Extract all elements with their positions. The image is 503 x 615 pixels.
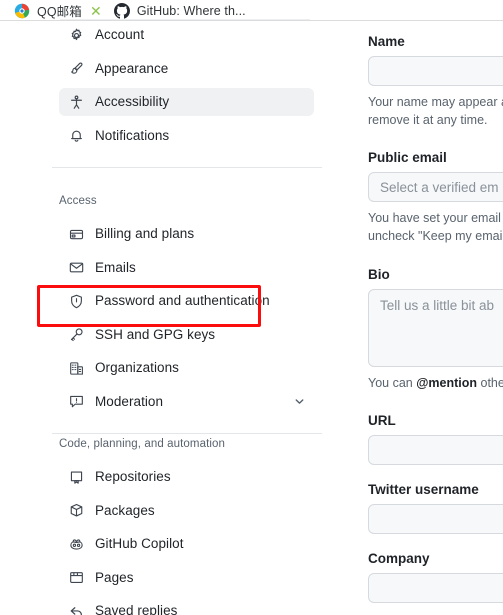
field-twitter-username: Twitter username	[368, 482, 503, 534]
browser-tab-strip: QQ邮箱 ✕ GitHub: Where th...	[0, 0, 503, 21]
field-label-bio: Bio	[368, 266, 390, 282]
sidebar-item-label: Emails	[95, 259, 136, 275]
accessibility-icon	[68, 94, 84, 110]
chevron-down-icon[interactable]	[292, 395, 306, 409]
bio-textarea[interactable]: Tell us a little bit ab	[368, 288, 503, 367]
public-email-placeholder: Select a verified em	[380, 179, 499, 195]
sidebar-item-label: Organizations	[95, 360, 179, 376]
organization-icon	[68, 360, 84, 376]
sidebar-item-pages[interactable]: Pages	[59, 564, 314, 592]
package-icon	[68, 503, 84, 519]
reply-icon	[68, 603, 84, 615]
sidebar-divider	[52, 166, 322, 168]
browser-tab-title: GitHub: Where th...	[136, 3, 246, 18]
bio-help-prefix: You can	[368, 375, 417, 390]
sidebar-item-label: Moderation	[95, 393, 164, 409]
close-glyph: ✕	[89, 2, 102, 19]
sidebar-group-access: Access Billing and plans Emails Password…	[0, 176, 330, 434]
field-company: Company	[368, 551, 503, 603]
sidebar-item-notifications[interactable]: Notifications	[59, 122, 314, 150]
field-public-email: Public email Select a verified em You ha…	[368, 150, 503, 245]
public-email-help-line2: uncheck "Keep my email	[368, 229, 503, 244]
repo-icon	[68, 469, 84, 485]
bio-placeholder: Tell us a little bit ab	[380, 297, 495, 313]
field-label-url: URL	[368, 412, 396, 428]
sidebar-item-moderation[interactable]: Moderation	[59, 388, 314, 416]
sidebar-item-account[interactable]: Account	[59, 21, 314, 49]
copilot-icon	[68, 536, 84, 552]
paintbrush-icon	[68, 61, 84, 77]
bio-help-text: You can @mention other	[368, 374, 503, 392]
sidebar-item-label: Packages	[95, 502, 155, 518]
sidebar-item-label: Saved replies	[95, 603, 178, 615]
public-profile-form: Name Your name may appear a remove it at…	[330, 21, 503, 615]
sidebar-item-repositories[interactable]: Repositories	[59, 463, 314, 491]
sidebar-item-saved-replies[interactable]: Saved replies	[59, 597, 314, 615]
field-label-public-email: Public email	[368, 150, 447, 166]
browser-tab-title: QQ邮箱	[37, 5, 82, 19]
company-input[interactable]	[368, 572, 503, 603]
name-help-line1: Your name may appear a	[368, 95, 503, 109]
sidebar-item-github-copilot[interactable]: GitHub Copilot	[59, 530, 314, 558]
sidebar-item-label: Appearance	[95, 60, 169, 76]
sidebar-item-label: Pages	[95, 569, 134, 585]
browser-tab-github[interactable]: GitHub: Where th...	[108, 0, 252, 21]
public-email-select[interactable]: Select a verified em	[368, 172, 503, 203]
page-body: Account Appearance Accessibility Notific…	[0, 21, 503, 615]
settings-sidebar: Account Appearance Accessibility Notific…	[0, 21, 330, 615]
sidebar-group-title: Access	[59, 195, 97, 207]
sidebar-item-label: GitHub Copilot	[95, 536, 184, 552]
bio-help-mention: @mention	[416, 375, 478, 390]
name-input[interactable]	[368, 56, 503, 86]
sidebar-group-title: Code, planning, and automation	[59, 438, 226, 450]
report-icon	[68, 394, 84, 410]
shield-lock-icon	[68, 293, 84, 309]
sidebar-item-ssh-and-gpg-keys[interactable]: SSH and GPG keys	[59, 321, 314, 349]
name-help-line2: remove it at any time.	[368, 113, 488, 128]
github-icon	[113, 2, 130, 19]
field-label-twitter-username: Twitter username	[368, 481, 479, 497]
sidebar-item-password-and-authentication[interactable]: Password and authentication	[59, 287, 314, 315]
browser-icon	[68, 570, 84, 586]
sidebar-item-billing-and-plans[interactable]: Billing and plans	[59, 220, 314, 248]
field-label-name: Name	[368, 34, 405, 49]
sidebar-group-general: Account Appearance Accessibility Notific…	[0, 21, 330, 168]
sidebar-item-label: Accessibility	[95, 94, 170, 110]
name-help-text: Your name may appear a remove it at any …	[368, 93, 503, 129]
bio-help-suffix: other	[480, 375, 503, 390]
gear-icon	[68, 27, 84, 43]
public-email-help-line1: You have set your email a	[368, 211, 503, 226]
field-label-company: Company	[368, 550, 430, 566]
close-icon[interactable]: ✕	[88, 3, 104, 19]
sidebar-item-label: Repositories	[95, 469, 171, 485]
field-bio: Bio Tell us a little bit ab You can @men…	[368, 267, 503, 392]
sidebar-item-label: Billing and plans	[95, 226, 195, 242]
sidebar-item-label: Password and authentication	[95, 293, 270, 309]
twitter-username-input[interactable]	[368, 503, 503, 534]
browser-tab-qq-mail[interactable]: QQ邮箱	[8, 0, 88, 21]
sidebar-item-accessibility[interactable]: Accessibility	[59, 88, 314, 116]
key-icon	[68, 327, 84, 343]
bell-icon	[68, 128, 84, 144]
credit-card-icon	[68, 226, 84, 242]
url-input[interactable]	[368, 434, 503, 465]
sidebar-item-organizations[interactable]: Organizations	[59, 354, 314, 382]
field-url: URL	[368, 413, 503, 465]
mail-icon	[68, 260, 84, 276]
qq-mail-icon	[14, 3, 30, 19]
sidebar-item-emails[interactable]: Emails	[59, 254, 314, 282]
sidebar-item-label: SSH and GPG keys	[95, 326, 216, 342]
field-name: Name Your name may appear a remove it at…	[368, 34, 503, 129]
sidebar-item-label: Notifications	[95, 127, 170, 143]
sidebar-item-packages[interactable]: Packages	[59, 497, 314, 525]
sidebar-group-code-planning-automation: Code, planning, and automation Repositor…	[0, 419, 330, 615]
public-email-help-text: You have set your email a uncheck "Keep …	[368, 209, 503, 245]
sidebar-item-appearance[interactable]: Appearance	[59, 55, 314, 83]
sidebar-item-label: Account	[95, 27, 145, 43]
